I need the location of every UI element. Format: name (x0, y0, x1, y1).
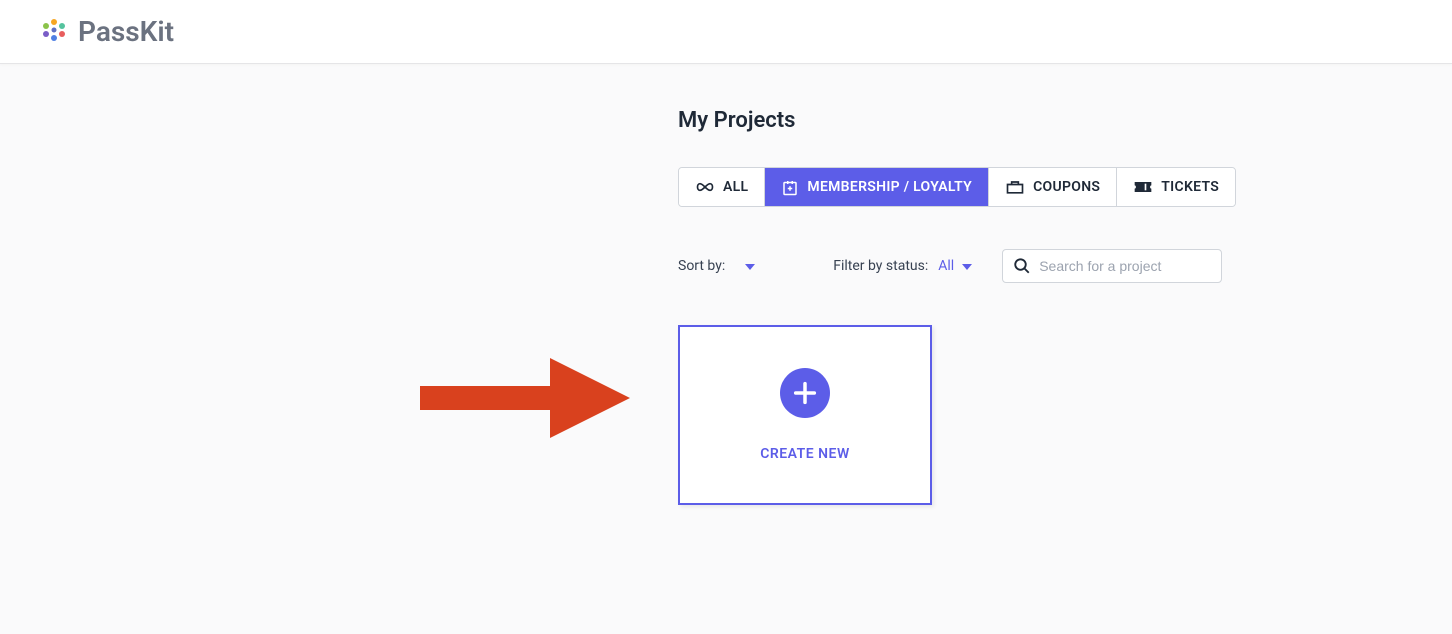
tab-all-label: ALL (723, 179, 748, 195)
search-icon (1013, 257, 1031, 275)
project-cards: CREATE NEW (678, 325, 1452, 505)
filter-value-text: All (938, 258, 954, 274)
filter-status-dropdown[interactable]: All (938, 258, 972, 274)
tab-membership-label: MEMBERSHIP / LOYALTY (807, 179, 972, 195)
filter-label: Filter by status: (833, 258, 928, 274)
tab-tickets[interactable]: TICKETS (1117, 168, 1235, 206)
filter-status: Filter by status: All (833, 258, 972, 274)
chevron-down-icon (962, 258, 972, 274)
sort-by-dropdown[interactable]: Sort by: (678, 258, 755, 274)
create-new-card[interactable]: CREATE NEW (678, 325, 932, 505)
ticket-icon (1133, 180, 1153, 194)
tab-tickets-label: TICKETS (1161, 179, 1219, 195)
coupon-icon (1005, 179, 1025, 195)
main-content: My Projects ALL MEMBERSHIP / LOYALTY (0, 64, 1452, 505)
plus-icon (780, 368, 830, 418)
infinity-icon (695, 180, 715, 194)
controls-row: Sort by: Filter by status: All (678, 249, 1452, 283)
sort-by-label: Sort by: (678, 258, 725, 274)
tab-coupons-label: COUPONS (1033, 179, 1100, 195)
logo-icon (40, 16, 68, 48)
brand-logo[interactable]: PassKit (40, 15, 174, 48)
membership-icon (781, 178, 799, 196)
tab-all[interactable]: ALL (679, 168, 765, 206)
project-tabs: ALL MEMBERSHIP / LOYALTY COUPONS (678, 167, 1236, 207)
tab-coupons[interactable]: COUPONS (989, 168, 1117, 206)
search-box[interactable] (1002, 249, 1222, 283)
page-title: My Projects (678, 108, 1452, 133)
header: PassKit (0, 0, 1452, 64)
brand-name: PassKit (78, 15, 174, 48)
chevron-down-icon (745, 258, 755, 274)
tab-membership[interactable]: MEMBERSHIP / LOYALTY (765, 168, 989, 206)
create-new-label: CREATE NEW (760, 446, 850, 462)
search-input[interactable] (1039, 258, 1211, 274)
